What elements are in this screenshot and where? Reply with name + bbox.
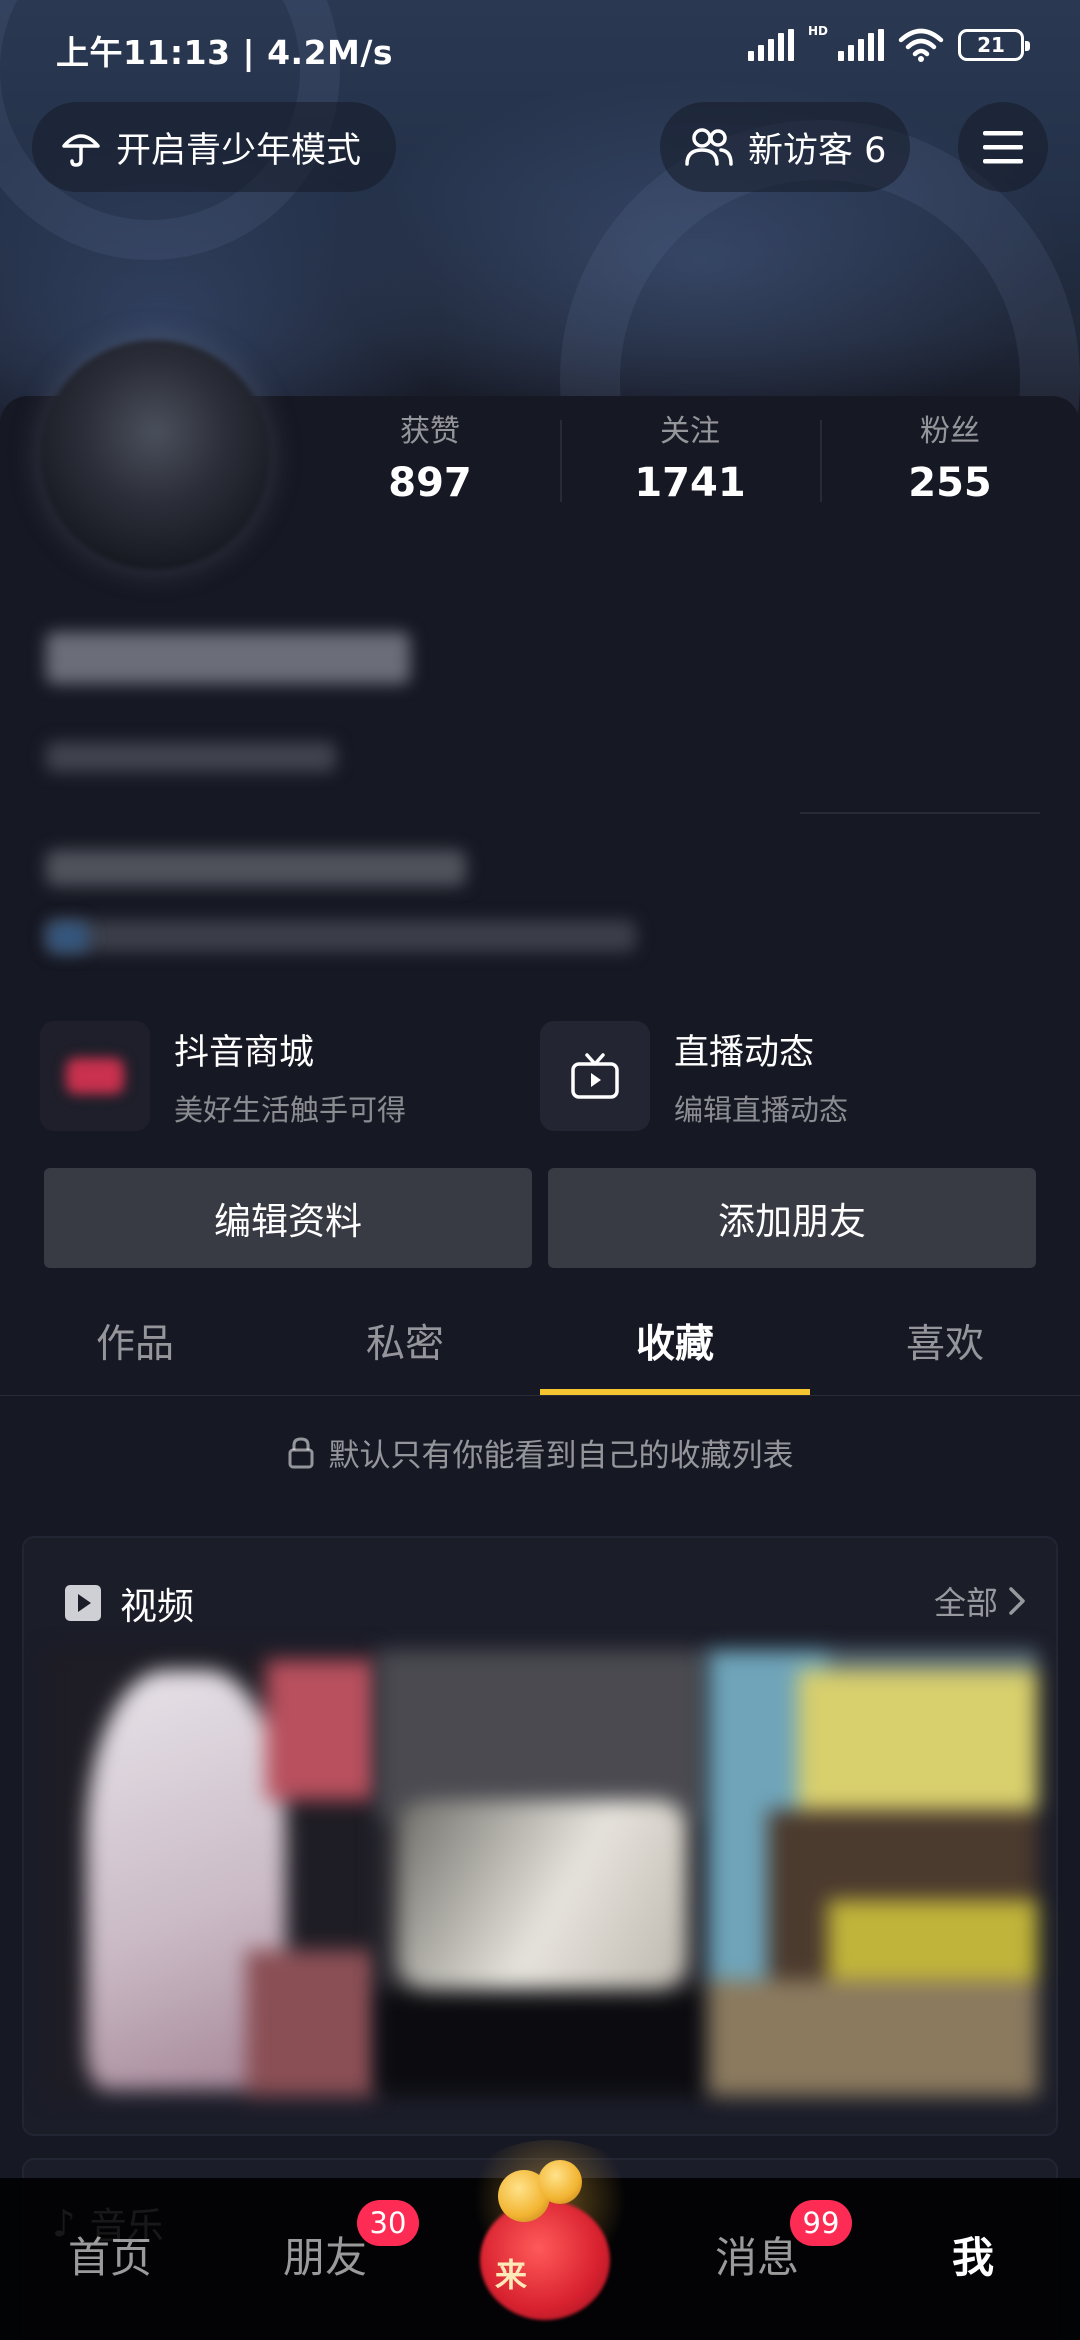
signal-icon [838, 29, 884, 61]
stat-label: 获赞 [400, 414, 460, 449]
nav-friends[interactable]: 朋友 [283, 2224, 367, 2285]
shortcut-text: 抖音商城 美好生活触手可得 [174, 1024, 406, 1129]
menu-button[interactable] [958, 102, 1048, 192]
battery-level: 21 [977, 33, 1005, 57]
shortcut-subtitle: 美好生活触手可得 [174, 1092, 407, 1127]
nickname-redacted [46, 632, 410, 684]
video-thumbnail[interactable] [708, 1650, 1038, 2096]
profile-stats: 获赞 897 关注 1741 粉丝 255 [300, 406, 1080, 516]
nav-messages[interactable]: 消息 [715, 2224, 799, 2285]
see-all-label: 全部 [933, 1584, 998, 1622]
profile-tabs: 作品 私密 收藏 喜欢 [0, 1286, 1080, 1396]
video-thumbnail[interactable] [377, 1650, 707, 2096]
umbrella-icon [62, 134, 100, 167]
video-thumbnail[interactable] [46, 1650, 376, 2096]
shortcut-title: 抖音商城 [174, 1032, 315, 1073]
profile-page: 上午11:13 | 4.2M/s HD 21 开启青少年模式 新访客 6 获赞 … [0, 0, 1080, 2340]
lock-icon [288, 1436, 313, 1468]
messages-badge: 99 [790, 2200, 852, 2246]
tab-likes[interactable]: 喜欢 [810, 1286, 1080, 1395]
stat-label: 关注 [660, 414, 720, 449]
status-icons: HD 21 [747, 24, 1030, 62]
favorite-videos-panel: 视频 全部 [22, 1536, 1058, 2136]
stat-value: 1741 [634, 460, 746, 506]
red-packet-label: 来 [495, 2256, 528, 2294]
stat-value: 255 [908, 460, 992, 506]
signal-icon [747, 29, 794, 61]
teen-mode-button[interactable]: 开启青少年模式 [32, 102, 396, 192]
stat-likes[interactable]: 获赞 897 [300, 406, 560, 516]
red-packet-button[interactable]: 来 [460, 2140, 640, 2330]
shortcut-title: 直播动态 [674, 1032, 815, 1073]
bio-redacted [46, 850, 466, 886]
tv-icon [540, 1021, 650, 1131]
coin-icon [538, 2160, 582, 2204]
add-friend-button[interactable]: 添加朋友 [548, 1168, 1036, 1268]
shop-icon [40, 1021, 150, 1131]
friends-badge: 30 [357, 2200, 419, 2246]
privacy-note-text: 默认只有你能看到自己的收藏列表 [328, 1438, 794, 1474]
visitors-icon [685, 128, 733, 166]
stat-value: 897 [388, 460, 472, 506]
privacy-note: 默认只有你能看到自己的收藏列表 [0, 1430, 1080, 1475]
nav-me[interactable]: 我 [952, 2224, 994, 2285]
tag-icon-redacted [48, 922, 88, 952]
wifi-icon [898, 28, 944, 62]
teen-mode-label: 开启青少年模式 [116, 130, 362, 171]
stat-following[interactable]: 关注 1741 [560, 406, 820, 516]
stat-label: 粉丝 [920, 414, 980, 449]
favorite-videos-title: 视频 [120, 1585, 194, 1628]
see-all-button[interactable]: 全部 [934, 1578, 1026, 1624]
new-visitor-label: 新访客 6 [748, 130, 887, 171]
avatar[interactable] [40, 340, 270, 570]
tab-works[interactable]: 作品 [0, 1286, 270, 1395]
divider [800, 812, 1040, 814]
tab-private[interactable]: 私密 [270, 1286, 540, 1395]
shortcut-subtitle: 编辑直播动态 [674, 1092, 849, 1127]
battery-icon: 21 [958, 29, 1030, 61]
edit-profile-button[interactable]: 编辑资料 [44, 1168, 532, 1268]
douyin-mall-shortcut[interactable]: 抖音商城 美好生活触手可得 [40, 1020, 406, 1132]
tags-redacted [46, 920, 636, 952]
stat-followers[interactable]: 粉丝 255 [820, 406, 1080, 516]
hd-label: HD [807, 24, 828, 38]
shortcut-text: 直播动态 编辑直播动态 [674, 1024, 848, 1129]
account-id-redacted [46, 742, 336, 772]
nav-home[interactable]: 首页 [68, 2224, 152, 2285]
new-visitor-button[interactable]: 新访客 6 [660, 102, 910, 192]
live-feed-shortcut[interactable]: 直播动态 编辑直播动态 [540, 1020, 848, 1132]
favorite-videos-header: 视频 [64, 1576, 194, 1630]
status-bar: 上午11:13 | 4.2M/s HD 21 [0, 0, 1080, 96]
chevron-right-icon [1009, 1587, 1025, 1615]
menu-icon [983, 131, 1023, 164]
video-icon [65, 1585, 101, 1621]
status-time: 上午11:13 | 4.2M/s [56, 33, 394, 72]
tab-favorites[interactable]: 收藏 [540, 1286, 810, 1395]
